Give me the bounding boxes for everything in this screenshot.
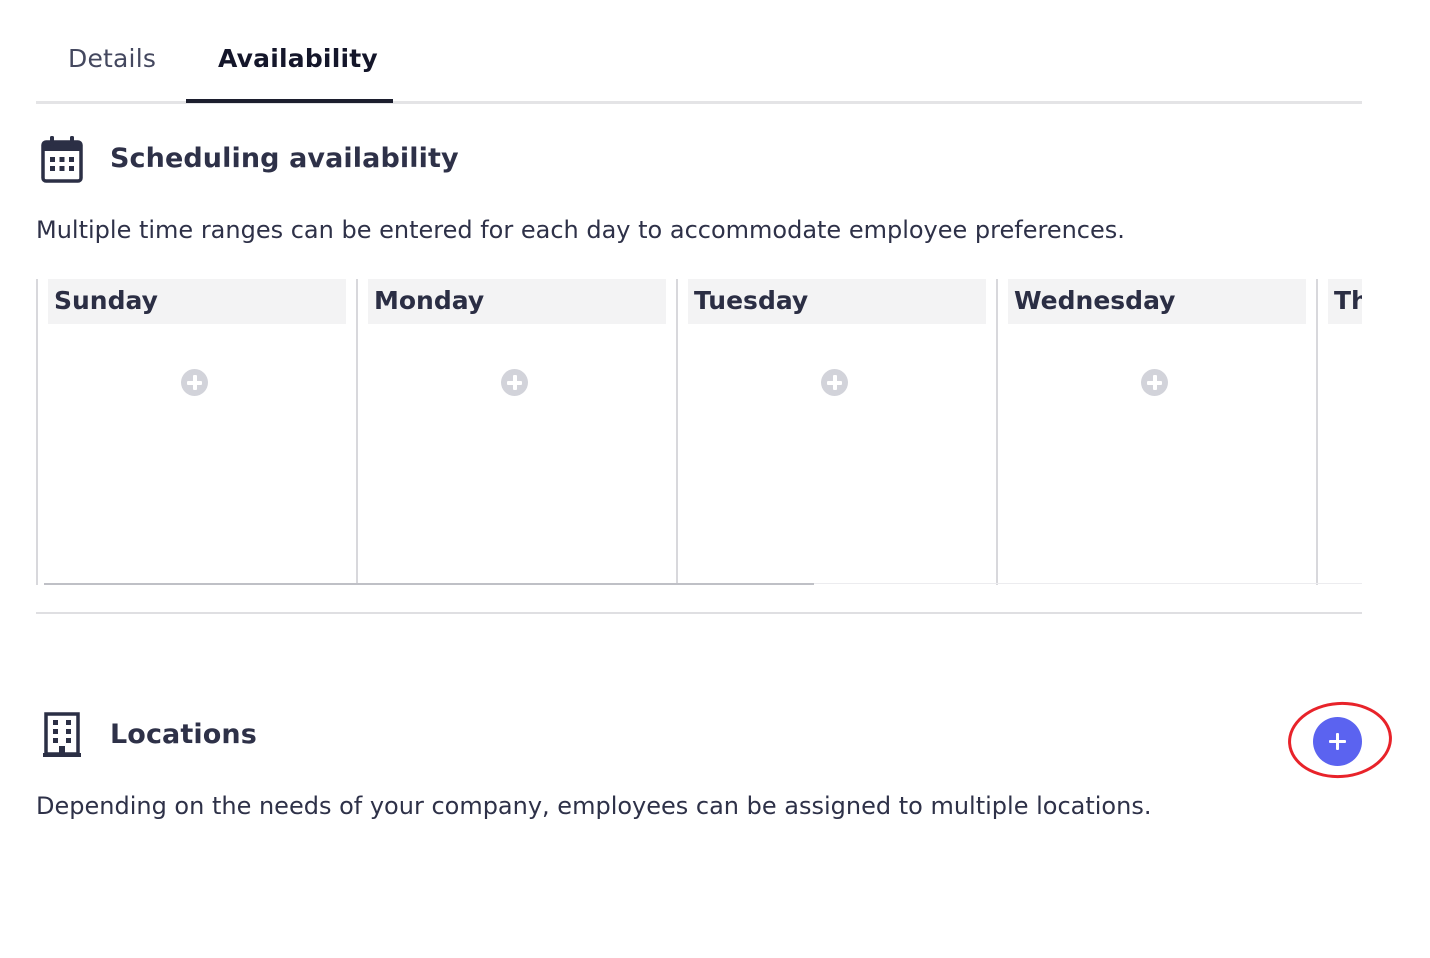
day-header-sunday: Sunday: [48, 279, 346, 324]
day-header-thursday: Th: [1328, 279, 1362, 324]
add-time-range-sunday-icon[interactable]: [181, 369, 208, 396]
day-column-tuesday: Tuesday: [676, 279, 996, 585]
page: Details Availability Scheduling availabi…: [0, 0, 1430, 958]
tab-availability[interactable]: Availability: [218, 44, 378, 73]
tab-details[interactable]: Details: [68, 44, 156, 73]
locations-title: Locations: [110, 719, 257, 750]
day-column-sunday: Sunday: [36, 279, 356, 585]
availability-description: Multiple time ranges can be entered for …: [36, 216, 1125, 244]
active-tab-indicator: [186, 99, 393, 103]
grid-bottom-border-light: [814, 583, 1362, 584]
day-column-wednesday: Wednesday: [996, 279, 1316, 585]
day-column-monday: Monday: [356, 279, 676, 585]
weekly-schedule-grid: Sunday Monday Tuesday Wednesday Th: [36, 279, 1362, 585]
building-icon: [43, 712, 81, 757]
section-divider: [36, 612, 1362, 614]
grid-bottom-border: [44, 583, 814, 585]
add-time-range-monday-icon[interactable]: [501, 369, 528, 396]
day-header-tuesday: Tuesday: [688, 279, 986, 324]
add-time-range-wednesday-icon[interactable]: [1141, 369, 1168, 396]
availability-title: Scheduling availability: [110, 143, 459, 174]
add-location-button[interactable]: [1313, 717, 1362, 766]
locations-description: Depending on the needs of your company, …: [36, 792, 1152, 820]
day-header-monday: Monday: [368, 279, 666, 324]
tab-bar: Details Availability: [36, 0, 1362, 104]
day-header-wednesday: Wednesday: [1008, 279, 1306, 324]
calendar-icon: [41, 136, 83, 183]
day-column-thursday: Th: [1316, 279, 1362, 585]
add-time-range-tuesday-icon[interactable]: [821, 369, 848, 396]
